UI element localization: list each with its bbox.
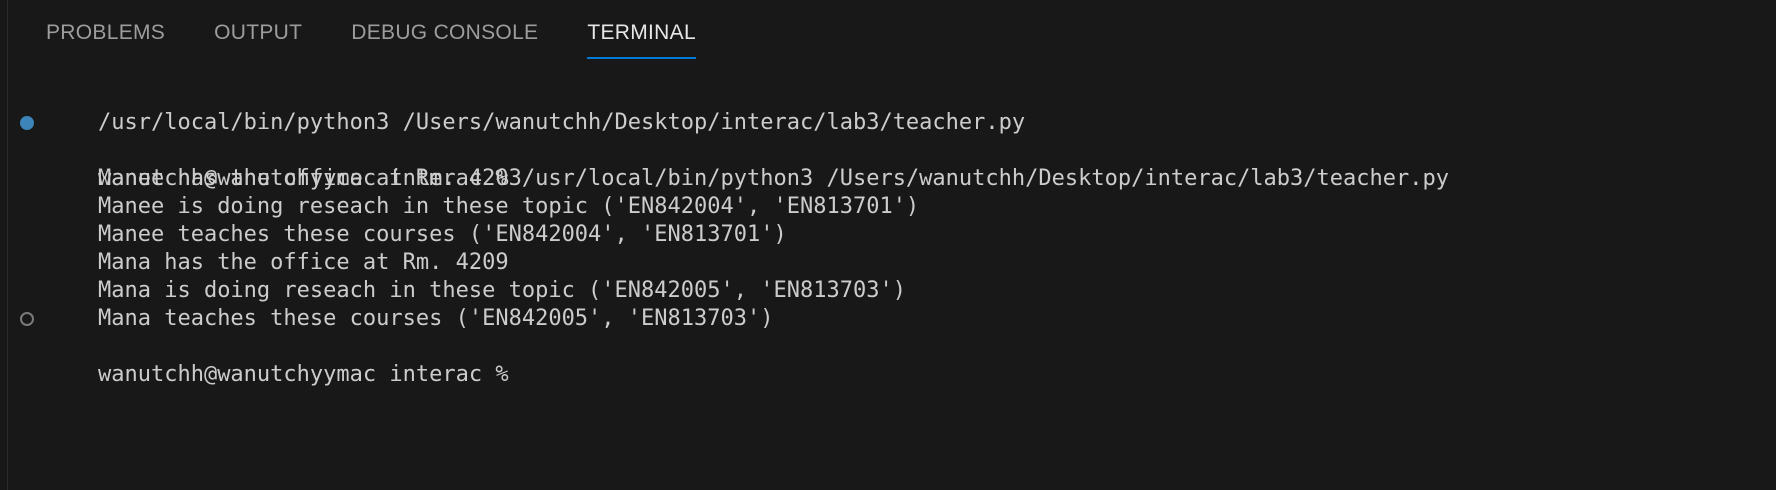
terminal-prompt-text: wanutchh@wanutchyymac interac % [97, 362, 522, 387]
terminal-line: Manee has the office at Rm. 4203 [0, 137, 1776, 191]
terminal-output[interactable]: /usr/local/bin/python3 /Users/wanutchh/D… [0, 81, 1776, 387]
terminal-prompt-line[interactable]: wanutchh@wanutchyymac interac % [0, 305, 1776, 387]
terminal-line: Mana is doing reseach in these topic ('E… [0, 249, 1776, 303]
terminal-line: Mana has the office at Rm. 4209 [0, 221, 1776, 275]
tab-problems[interactable]: PROBLEMS [46, 0, 165, 44]
terminal-line: Mana teaches these courses ('EN842005', … [0, 277, 1776, 331]
command-pending-icon[interactable] [20, 312, 34, 326]
tab-output[interactable]: OUTPUT [214, 0, 302, 44]
tab-terminal[interactable]: TERMINAL [587, 0, 696, 59]
terminal-line: wanutchh@wanutchyymac interac % /usr/loc… [0, 109, 1776, 191]
command-success-icon[interactable] [20, 116, 34, 130]
terminal-line: /usr/local/bin/python3 /Users/wanutchh/D… [0, 81, 1776, 135]
terminal-line: Manee is doing reseach in these topic ('… [0, 165, 1776, 219]
panel-tab-bar: PROBLEMS OUTPUT DEBUG CONSOLE TERMINAL [46, 0, 745, 60]
tab-debug-console[interactable]: DEBUG CONSOLE [351, 0, 538, 44]
terminal-line: Manee teaches these courses ('EN842004',… [0, 193, 1776, 247]
